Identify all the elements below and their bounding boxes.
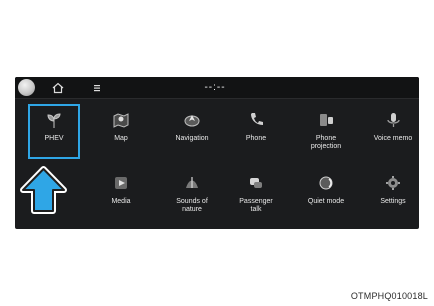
app-tile-voice-memo[interactable]: Voice memo [361, 104, 419, 166]
home-icon[interactable] [51, 81, 65, 95]
app-label-quiet-mode: Quiet mode [307, 198, 345, 205]
app-label-navigation: Navigation [175, 135, 209, 142]
media-icon [115, 177, 127, 189]
app-tile-phev[interactable]: PHEV [22, 104, 86, 166]
sounds-of-nature-icon [186, 177, 198, 188]
app-label-media: Media [111, 198, 131, 205]
app-label-phone: Phone [245, 135, 267, 142]
app-tile-sounds-of-nature[interactable]: Sounds of nature [160, 167, 224, 229]
navigation-icon [184, 115, 200, 127]
figure-code: OTMPHQ010018L [350, 291, 428, 301]
app-tile-map[interactable]: Map [89, 104, 153, 166]
voice-memo-icon [387, 113, 400, 127]
app-label-phev: PHEV [44, 135, 64, 142]
plant-icon [47, 113, 61, 128]
quiet-mode-icon [319, 176, 333, 190]
passenger-talk-icon [250, 178, 262, 188]
settings-icon [386, 176, 400, 190]
phone-projection-icon [320, 114, 333, 126]
app-tile-phone[interactable]: Phone [224, 104, 288, 166]
app-tile-passenger-talk[interactable]: Passenger talk [224, 167, 288, 229]
app-tile-media[interactable]: Media [89, 167, 153, 229]
app-label-phone-projection: Phone projection [310, 135, 342, 150]
infotainment-screen: --:-- PHEV Map Navigation Phone Phone projec… [15, 77, 419, 229]
menu-icon[interactable] [91, 82, 103, 94]
app-label-passenger-talk: Passenger talk [239, 198, 273, 213]
avatar[interactable] [18, 79, 35, 96]
app-tile-quiet-mode[interactable]: Quiet mode [294, 167, 358, 229]
app-label-map: Map [114, 135, 128, 142]
clock: --:-- [204, 82, 226, 93]
app-tile-navigation[interactable]: Navigation [160, 104, 224, 166]
map-icon [113, 113, 129, 128]
app-label-voice-memo: Voice memo [373, 135, 413, 142]
phone-icon [251, 113, 263, 125]
app-tile-settings[interactable]: Settings [361, 167, 419, 229]
app-tile-phone-projection[interactable]: Phone projection [294, 104, 358, 166]
up-arrow-icon [20, 166, 67, 214]
app-label-sounds-of-nature: Sounds of nature [176, 198, 208, 213]
app-label-settings: Settings [380, 198, 406, 205]
status-bar: --:-- [15, 77, 419, 99]
